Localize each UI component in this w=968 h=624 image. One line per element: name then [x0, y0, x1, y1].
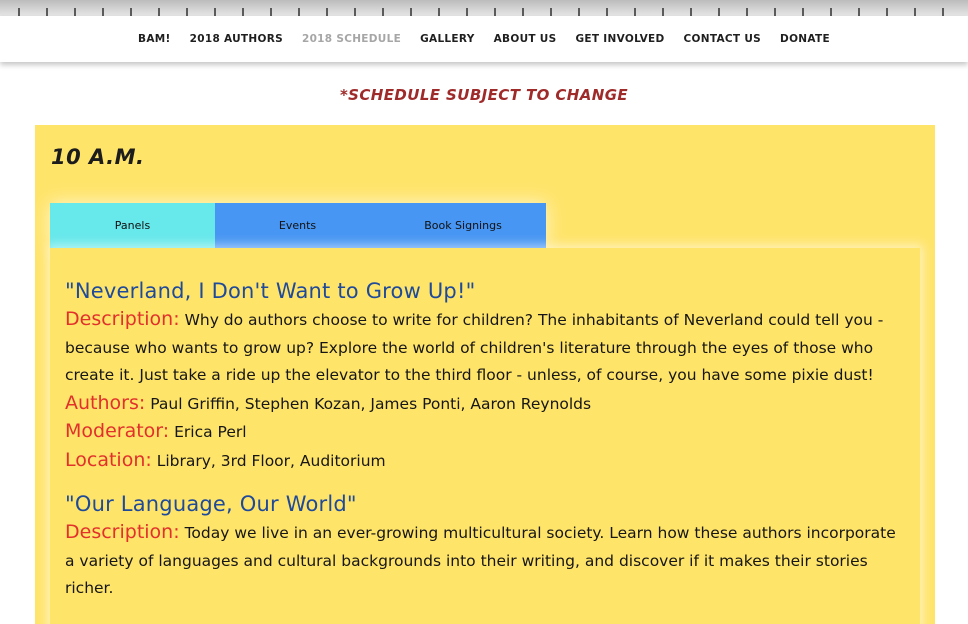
tab-events[interactable]: Events [215, 203, 380, 248]
tab-book-signings[interactable]: Book Signings [380, 203, 546, 248]
panel-entry: "Neverland, I Don't Want to Grow Up!" De… [65, 276, 905, 475]
authors-label: Authors: [65, 391, 146, 414]
description-text: Why do authors choose to write for child… [65, 311, 884, 384]
schedule-time-block: 10 A.M. Panels Events Book Signings "Nev… [35, 125, 935, 624]
moderator-label: Moderator: [65, 420, 170, 442]
authors-text: Paul Griffin, Stephen Kozan, James Ponti… [150, 394, 592, 413]
nav-item-gallery[interactable]: GALLERY [411, 33, 485, 45]
panel-description: Description: Why do authors choose to wr… [65, 306, 905, 390]
panels-tab-content: "Neverland, I Don't Want to Grow Up!" De… [50, 248, 920, 624]
panel-title: "Neverland, I Don't Want to Grow Up!" [65, 279, 476, 303]
moderator-text: Erica Perl [174, 423, 247, 441]
description-label: Description: [65, 521, 180, 543]
tab-panels[interactable]: Panels [50, 203, 215, 248]
panel-description: Description: Today we live in an ever-gr… [65, 519, 905, 603]
nav-item-2018-schedule[interactable]: 2018 SCHEDULE [292, 33, 410, 45]
nav-item-contact-us[interactable]: CONTACT US [674, 33, 771, 45]
description-label: Description: [65, 308, 180, 330]
nav-item-about-us[interactable]: ABOUT US [484, 33, 566, 45]
location-label: Location: [65, 448, 152, 471]
panel-moderator: Moderator: Erica Perl [65, 418, 905, 447]
time-heading: 10 A.M. [51, 145, 145, 169]
nav-item-get-involved[interactable]: GET INVOLVED [566, 33, 674, 45]
schedule-tabs: Panels Events Book Signings [50, 203, 546, 248]
location-text: Library, 3rd Floor, Auditorium [156, 451, 386, 470]
nav-item-donate[interactable]: DONATE [771, 33, 840, 45]
nav-item-bam[interactable]: BAM! [129, 33, 181, 45]
nav-item-2018-authors[interactable]: 2018 AUTHORS [180, 33, 292, 45]
panel-location: Location: Library, 3rd Floor, Auditorium [65, 447, 905, 476]
decorative-top-banner [0, 0, 968, 16]
panel-authors: Authors: Paul Griffin, Stephen Kozan, Ja… [65, 390, 905, 419]
panel-entry: "Our Language, Our World" Description: T… [65, 489, 905, 603]
panel-title: "Our Language, Our World" [65, 492, 357, 516]
description-text: Today we live in an ever-growing multicu… [65, 524, 896, 597]
banner-pattern [0, 8, 968, 16]
main-navigation: BAM! 2018 AUTHORS 2018 SCHEDULE GALLERY … [0, 16, 968, 62]
schedule-change-notice: *SCHEDULE SUBJECT TO CHANGE [339, 86, 629, 104]
